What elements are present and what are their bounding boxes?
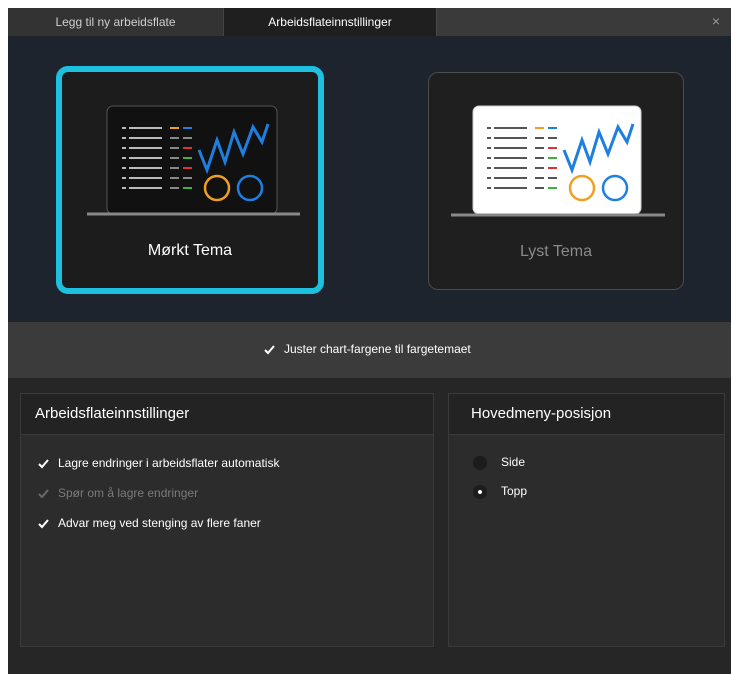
check-icon[interactable] — [37, 517, 50, 530]
radio-selected-icon[interactable] — [473, 484, 487, 499]
radio-top-label: Topp — [501, 484, 528, 498]
tab-bar: Legg til ny arbeidsflate Arbeidsflateinn… — [8, 8, 731, 36]
light-theme-card[interactable]: Lyst Tema — [428, 72, 684, 290]
warn-close-tabs-option[interactable]: Advar meg ved stenging av flere faner — [37, 516, 261, 530]
check-icon — [37, 487, 50, 500]
tab-workspace-settings[interactable]: Arbeidsflateinnstillinger — [224, 8, 437, 36]
autosave-option[interactable]: Lagre endringer i arbeidsflater automati… — [37, 456, 279, 470]
dark-theme-card[interactable]: Mørkt Tema — [56, 66, 324, 294]
adjust-chart-colors-option[interactable]: Juster chart-fargene til fargetemaet — [263, 342, 471, 356]
tab-add-workspace[interactable]: Legg til ny arbeidsflate — [8, 8, 224, 36]
ask-save-label: Spør om å lagre endringer — [58, 486, 199, 500]
main-menu-position-title: Hovedmeny-posisjon — [449, 394, 724, 435]
theme-selector: Mørkt Tema Lyst Tema — [8, 36, 731, 322]
light-theme-label: Lyst Tema — [519, 243, 593, 260]
autosave-label: Lagre endringer i arbeidsflater automati… — [58, 456, 280, 470]
workspace-settings-panel: Arbeidsflateinnstillinger Lagre endringe… — [20, 393, 434, 647]
radio-side[interactable]: Side — [473, 455, 525, 470]
radio-top[interactable]: Topp — [473, 484, 527, 499]
check-icon[interactable] — [263, 343, 276, 356]
adjust-chart-colors-label: Juster chart-fargene til fargetemaet — [284, 342, 471, 356]
workspace-settings-dialog: Legg til ny arbeidsflate Arbeidsflateinn… — [8, 8, 731, 674]
dark-theme-label: Mørkt Tema — [147, 242, 233, 259]
radio-icon[interactable] — [473, 455, 487, 470]
close-icon[interactable]: × — [707, 12, 725, 30]
radio-side-label: Side — [501, 455, 526, 469]
ask-save-option: Spør om å lagre endringer — [37, 486, 198, 500]
main-menu-position-panel: Hovedmeny-posisjon Side Topp — [448, 393, 725, 647]
chart-color-bar: Juster chart-fargene til fargetemaet — [8, 322, 731, 378]
workspace-settings-title: Arbeidsflateinnstillinger — [21, 394, 433, 435]
check-icon[interactable] — [37, 457, 50, 470]
warn-close-tabs-label: Advar meg ved stenging av flere faner — [58, 516, 261, 530]
